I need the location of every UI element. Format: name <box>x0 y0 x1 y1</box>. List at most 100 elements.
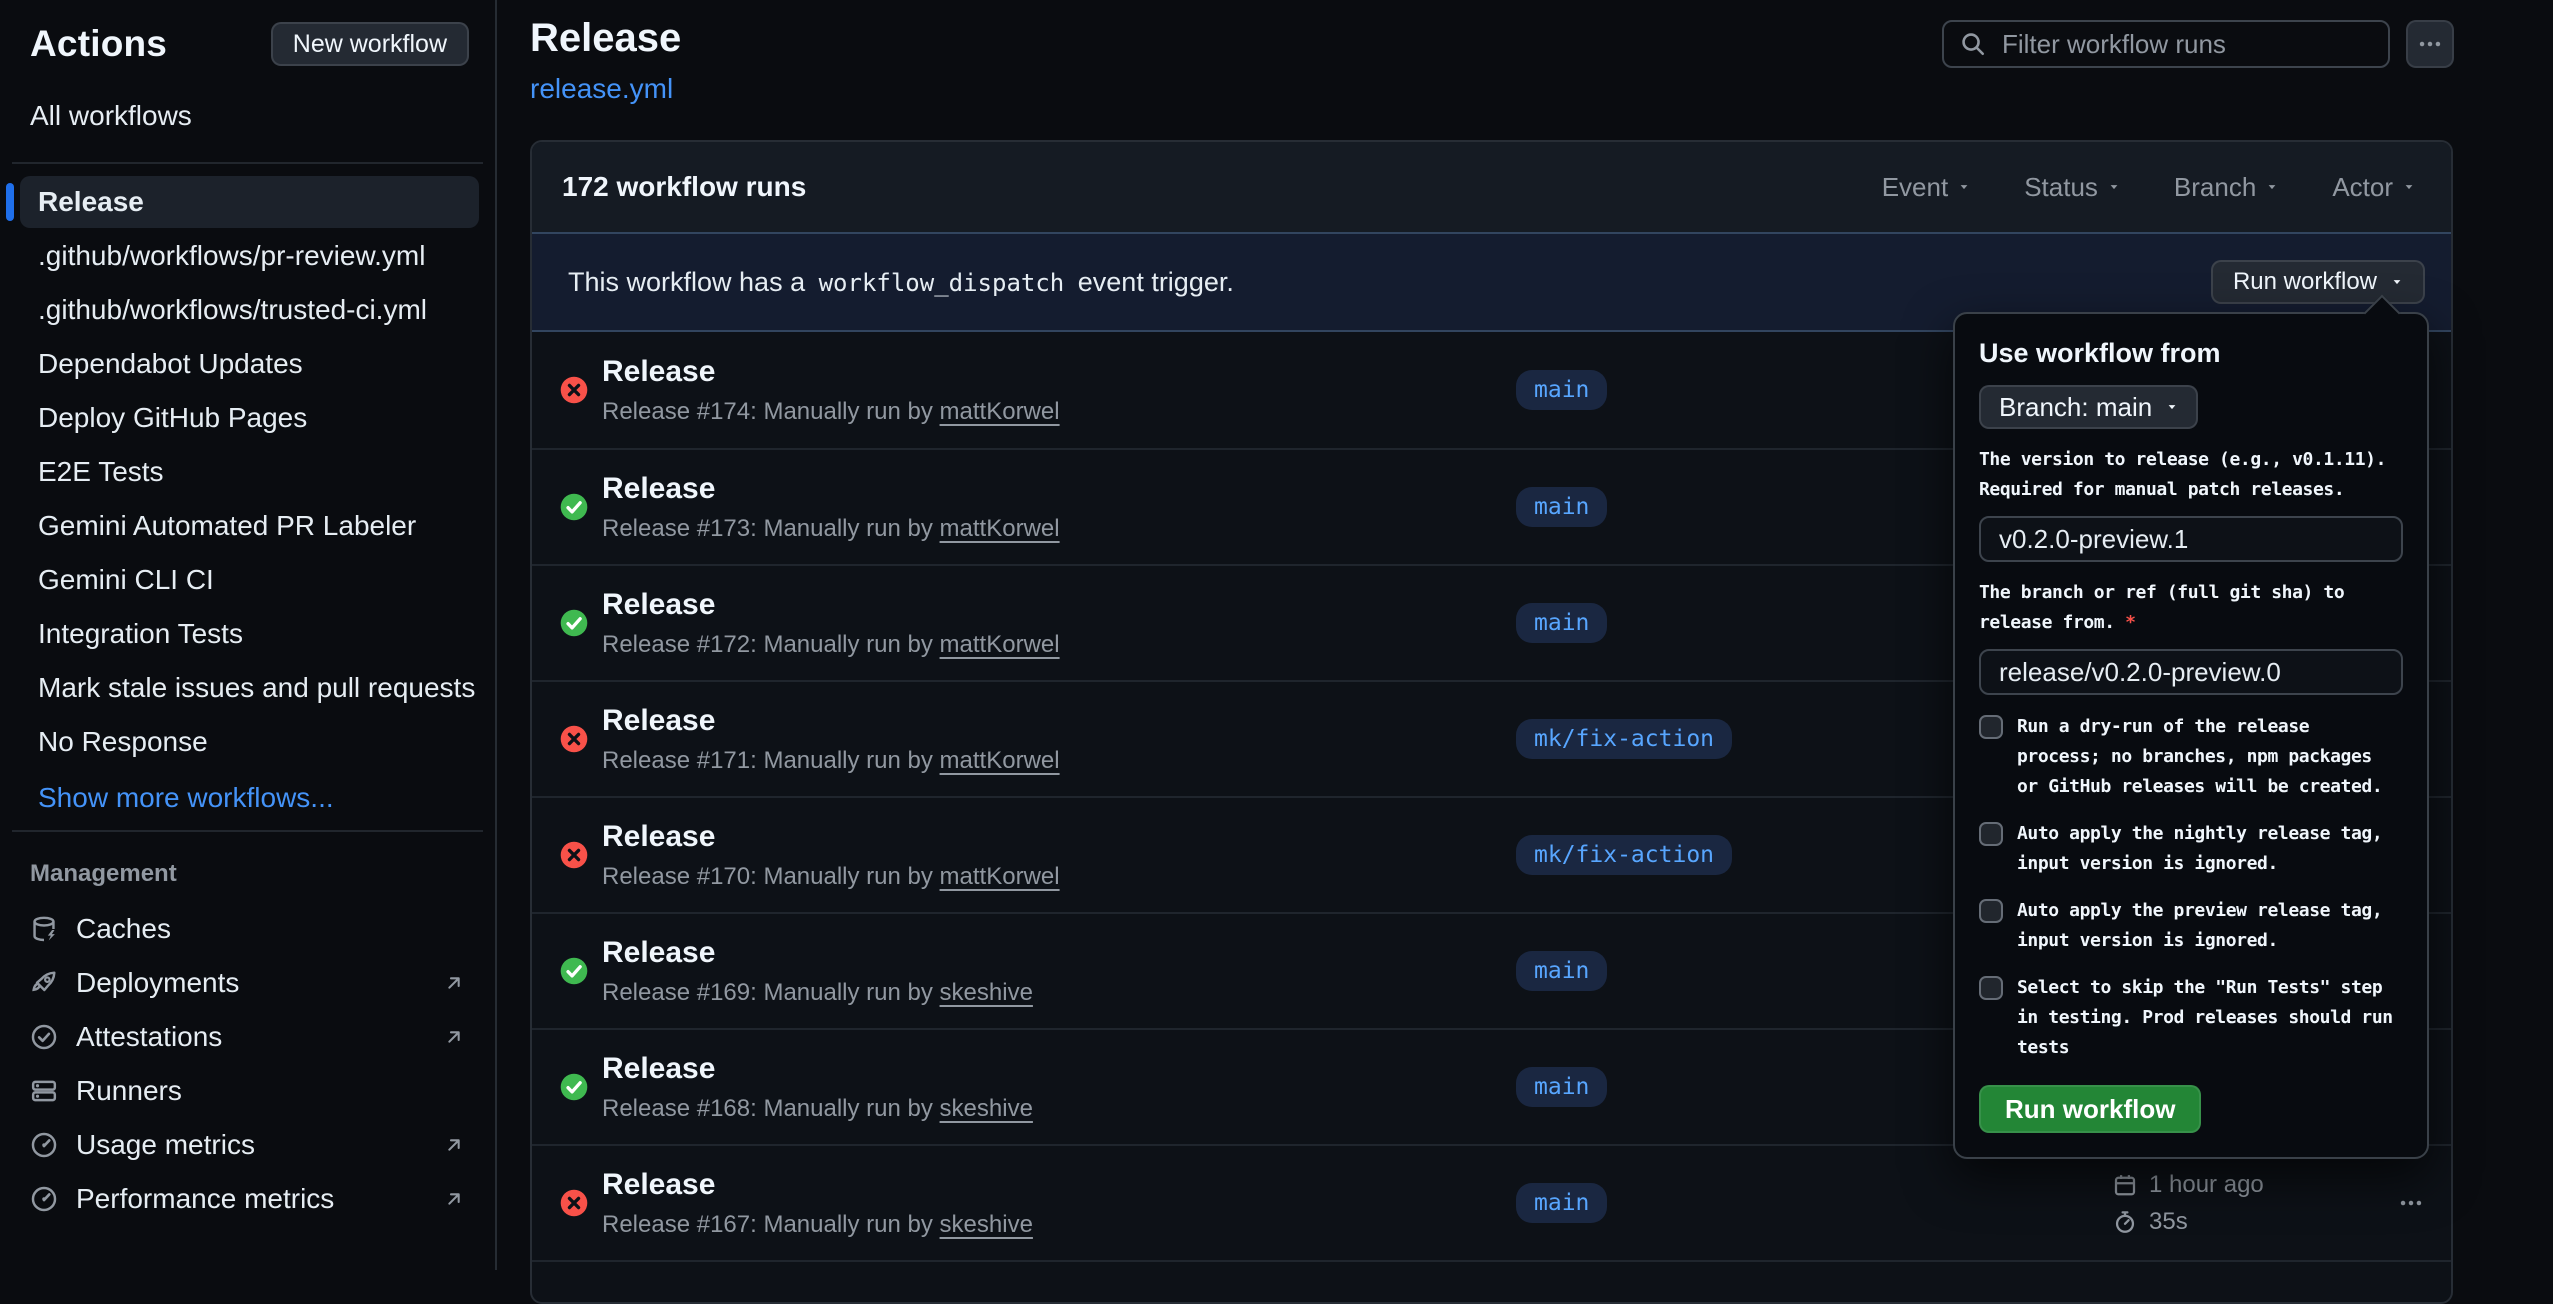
branch-badge[interactable]: mk/fix-action <box>1516 835 1732 875</box>
checkbox-label: Run a dry-run of the release process; no… <box>2017 712 2397 802</box>
chevron-down-icon <box>2391 276 2403 288</box>
run-actor-link[interactable]: skeshive <box>940 1095 1033 1122</box>
failure-icon <box>560 841 588 869</box>
show-more-workflows-link[interactable]: Show more workflows... <box>0 770 495 824</box>
run-actor-link[interactable]: mattKorwel <box>940 863 1060 890</box>
filter-label: Branch <box>2174 172 2256 203</box>
sidebar-workflow-item[interactable]: Integration Tests <box>20 608 479 660</box>
branch-badge[interactable]: main <box>1516 370 1607 410</box>
sidebar-workflow-item[interactable]: Gemini Automated PR Labeler <box>20 500 479 552</box>
workflow-title: Release <box>530 16 681 61</box>
run-title-link[interactable]: Release <box>602 936 1033 970</box>
required-asterisk: * <box>2115 612 2136 633</box>
sidebar-workflow-item-selected[interactable]: Release <box>20 176 479 228</box>
sidebar-item-all-workflows[interactable]: All workflows <box>0 66 495 156</box>
run-title-link[interactable]: Release <box>602 355 1060 389</box>
success-icon <box>560 957 588 985</box>
run-description: Release #169: Manually run by skeshive <box>602 979 1033 1007</box>
sidebar-workflow-item[interactable]: No Response <box>20 716 479 768</box>
field-input[interactable] <box>1979 516 2403 562</box>
checkbox[interactable] <box>1979 715 2003 739</box>
sidebar-workflow-item[interactable]: Mark stale issues and pull requests <box>20 662 479 714</box>
run-description: Release #173: Manually run by mattKorwel <box>602 515 1060 543</box>
run-title-link[interactable]: Release <box>602 472 1060 506</box>
branch-badge[interactable]: main <box>1516 487 1607 527</box>
run-title-link[interactable]: Release <box>602 704 1060 738</box>
runs-filter-actor[interactable]: Actor <box>2332 172 2415 203</box>
calendar-icon <box>2113 1173 2137 1197</box>
checkbox[interactable] <box>1979 976 2003 1000</box>
workflow-file-link[interactable]: release.yml <box>530 73 681 105</box>
sidebar-workflow-item[interactable]: E2E Tests <box>20 446 479 498</box>
meter-icon <box>30 1131 58 1159</box>
run-description: Release #167: Manually run by skeshive <box>602 1211 1033 1239</box>
success-icon <box>560 609 588 637</box>
external-link-icon <box>443 1188 465 1210</box>
runs-filter-status[interactable]: Status <box>2024 172 2120 203</box>
run-description: Release #174: Manually run by mattKorwel <box>602 398 1060 426</box>
runs-filter-branch[interactable]: Branch <box>2174 172 2278 203</box>
branch-select-label: Branch: main <box>1999 392 2152 423</box>
run-workflow-submit-button[interactable]: Run workflow <box>1979 1085 2201 1133</box>
actions-sidebar: Actions New workflow All workflows Relea… <box>0 0 497 1270</box>
run-actor-link[interactable]: mattKorwel <box>940 398 1060 425</box>
sidebar-management-item[interactable]: Runners <box>0 1064 495 1118</box>
sidebar-workflow-label: E2E Tests <box>38 456 164 487</box>
run-options-button[interactable] <box>2363 1191 2423 1215</box>
branch-badge[interactable]: main <box>1516 951 1607 991</box>
workflow-options-button[interactable] <box>2406 20 2454 68</box>
sidebar-workflow-label: No Response <box>38 726 208 757</box>
sidebar-management-item[interactable]: Usage metrics <box>0 1118 495 1172</box>
run-title-link[interactable]: Release <box>602 1052 1033 1086</box>
branch-badge[interactable]: main <box>1516 1067 1607 1107</box>
sidebar-management-item[interactable]: Deployments <box>0 956 495 1010</box>
run-title-link[interactable]: Release <box>602 1168 1033 1202</box>
sidebar-management-item[interactable]: Caches <box>0 902 495 956</box>
filter-workflow-runs-input[interactable] <box>2000 28 2372 61</box>
field-label: The version to release (e.g., v0.1.11). … <box>1979 445 2406 505</box>
run-meta: 1 hour ago 35s <box>2113 1171 2363 1236</box>
run-workflow-dropdown-button[interactable]: Run workflow <box>2211 260 2425 304</box>
run-actor-link[interactable]: mattKorwel <box>940 747 1060 774</box>
management-item-label: Deployments <box>76 967 239 999</box>
run-title-link[interactable]: Release <box>602 820 1060 854</box>
stopwatch-icon <box>2113 1210 2137 1234</box>
sidebar-workflow-item[interactable]: Gemini CLI CI <box>20 554 479 606</box>
page-title: Actions <box>30 23 167 65</box>
branch-badge[interactable]: main <box>1516 603 1607 643</box>
run-actor-link[interactable]: skeshive <box>940 979 1033 1006</box>
sidebar-workflow-item[interactable]: Dependabot Updates <box>20 338 479 390</box>
sidebar-management-item[interactable]: Attestations <box>0 1010 495 1064</box>
banner-text-before: This workflow has a <box>568 267 805 297</box>
field-input[interactable] <box>1979 649 2403 695</box>
sidebar-workflow-label: Integration Tests <box>38 618 243 649</box>
banner-code: workflow_dispatch <box>813 269 1071 297</box>
branch-select-button[interactable]: Branch: main <box>1979 385 2198 429</box>
sidebar-workflow-item[interactable]: Deploy GitHub Pages <box>20 392 479 444</box>
success-icon <box>560 493 588 521</box>
kebab-icon <box>2418 32 2442 56</box>
run-actor-link[interactable]: mattKorwel <box>940 631 1060 658</box>
new-workflow-button[interactable]: New workflow <box>271 22 469 66</box>
run-workflow-dropdown-label: Run workflow <box>2233 268 2377 296</box>
filter-label: Status <box>2024 172 2098 203</box>
popup-checkbox-row: Auto apply the nightly release tag, inpu… <box>1979 819 2403 879</box>
branch-badge[interactable]: mk/fix-action <box>1516 719 1732 759</box>
checkbox[interactable] <box>1979 822 2003 846</box>
sidebar-workflow-label: Gemini CLI CI <box>38 564 214 595</box>
kebab-icon <box>2399 1191 2423 1215</box>
checkbox-label: Select to skip the "Run Tests" step in t… <box>2017 973 2397 1063</box>
runs-filter-event[interactable]: Event <box>1882 172 1971 203</box>
run-actor-link[interactable]: mattKorwel <box>940 515 1060 542</box>
branch-badge[interactable]: main <box>1516 1183 1607 1223</box>
run-description: Release #172: Manually run by mattKorwel <box>602 631 1060 659</box>
sidebar-workflow-item[interactable]: .github/workflows/trusted-ci.yml <box>20 284 479 336</box>
checkbox[interactable] <box>1979 899 2003 923</box>
run-actor-link[interactable]: skeshive <box>940 1211 1033 1238</box>
workflow-run-row[interactable]: Release Release #167: Manually run by sk… <box>532 1144 2451 1260</box>
sidebar-management-item[interactable]: Performance metrics <box>0 1172 495 1226</box>
run-title-link[interactable]: Release <box>602 588 1060 622</box>
external-link-icon <box>443 1026 465 1048</box>
management-item-label: Usage metrics <box>76 1129 255 1161</box>
sidebar-workflow-item[interactable]: .github/workflows/pr-review.yml <box>20 230 479 282</box>
